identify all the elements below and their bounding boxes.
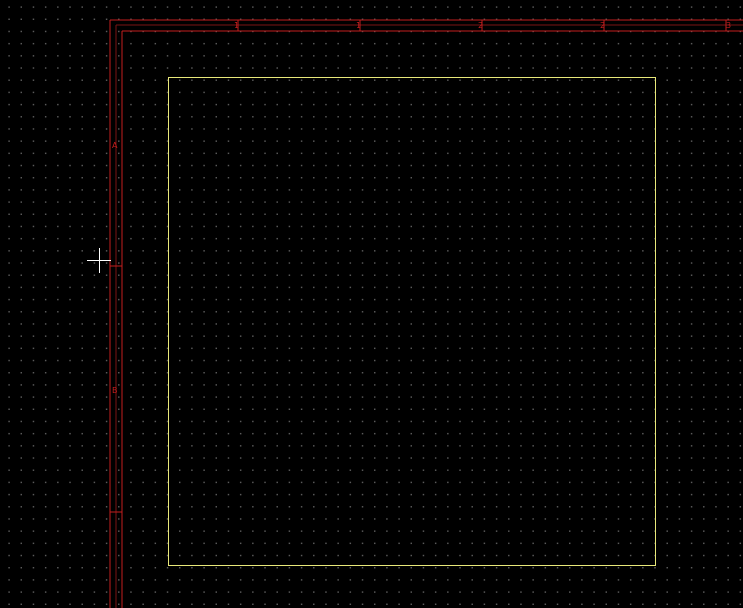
column-label: 2: [478, 21, 483, 30]
column-label: 2: [600, 21, 605, 30]
column-label: 1: [234, 21, 239, 30]
column-label: 1: [356, 21, 361, 30]
sheet-frame: 1 1 2 2 3 A B: [109, 19, 743, 608]
canvas-overlay: 1 1 2 2 3 A B: [87, 19, 743, 608]
crosshair-cursor-icon: [87, 248, 111, 273]
board-outline[interactable]: [168, 77, 656, 566]
column-label: 3: [726, 21, 731, 30]
row-label: A: [112, 141, 118, 150]
row-label: B: [112, 386, 118, 395]
